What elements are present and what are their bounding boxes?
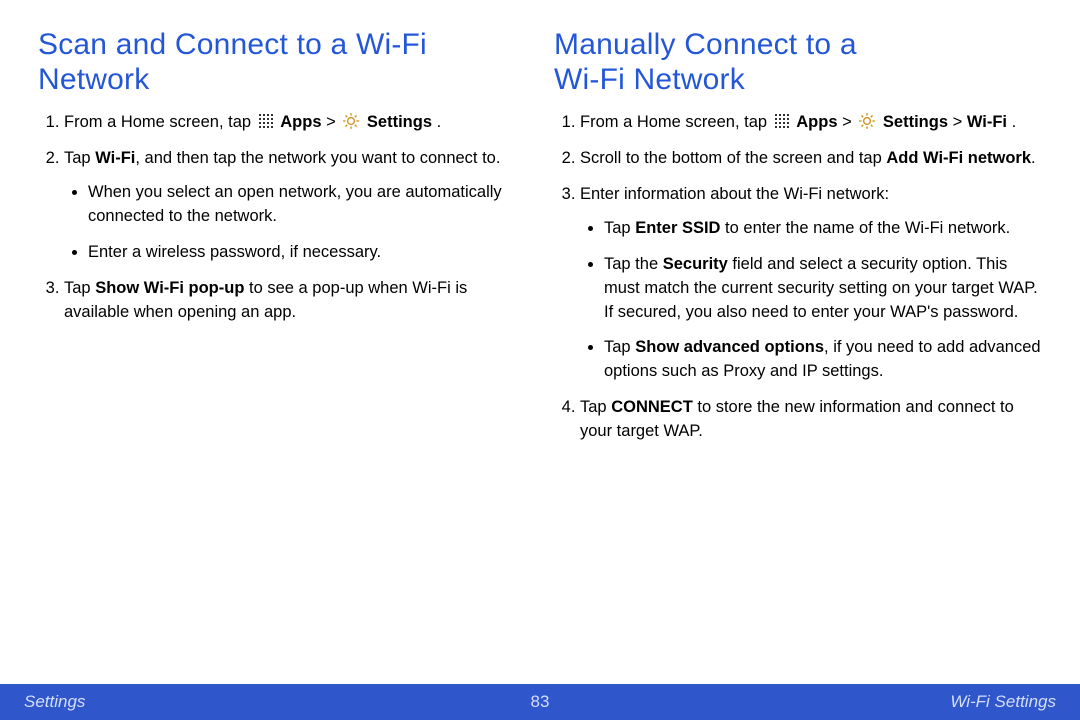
text: Scroll to the bottom of the screen and t… bbox=[580, 149, 886, 167]
right-step-1: From a Home screen, tap Apps > Settings … bbox=[580, 111, 1042, 135]
bold-text: Show Wi-Fi pop-up bbox=[95, 279, 244, 297]
right-heading: Manually Connect to a Wi‑Fi Network bbox=[554, 28, 1042, 97]
right-step-2: Scroll to the bottom of the screen and t… bbox=[580, 147, 1042, 171]
text: Tap bbox=[604, 338, 635, 356]
text: . bbox=[1031, 149, 1036, 167]
right-steps: From a Home screen, tap Apps > Settings … bbox=[554, 111, 1042, 444]
bold-text: Security bbox=[663, 255, 728, 273]
bullet: Enter a wireless password, if necessary. bbox=[88, 241, 526, 265]
bold-text: CONNECT bbox=[611, 398, 693, 416]
text: Tap bbox=[64, 279, 95, 297]
text: > bbox=[842, 113, 856, 131]
bullet: Tap Enter SSID to enter the name of the … bbox=[604, 217, 1042, 241]
settings-gear-icon bbox=[858, 112, 876, 130]
left-step-2-bullets: When you select an open network, you are… bbox=[64, 181, 526, 265]
right-column: Manually Connect to a Wi‑Fi Network From… bbox=[540, 28, 1042, 684]
left-step-2: Tap Wi-Fi, and then tap the network you … bbox=[64, 147, 526, 265]
apps-label: Apps bbox=[280, 113, 321, 131]
text: Tap bbox=[580, 398, 611, 416]
text: Tap bbox=[64, 149, 95, 167]
text: > bbox=[953, 113, 967, 131]
bullet: When you select an open network, you are… bbox=[88, 181, 526, 229]
bullet: Tap the Security field and select a secu… bbox=[604, 253, 1042, 325]
bold-text: Enter SSID bbox=[635, 219, 720, 237]
page-footer: Settings 83 Wi-Fi Settings bbox=[0, 684, 1080, 720]
apps-grid-icon bbox=[774, 113, 790, 129]
apps-label: Apps bbox=[796, 113, 837, 131]
settings-label: Settings bbox=[883, 113, 948, 131]
text: . bbox=[437, 113, 442, 131]
left-column: Scan and Connect to a Wi-Fi Network From… bbox=[38, 28, 540, 684]
footer-left: Settings bbox=[24, 692, 85, 712]
footer-right: Wi-Fi Settings bbox=[950, 692, 1056, 712]
text: . bbox=[1012, 113, 1017, 131]
right-step-4: Tap CONNECT to store the new information… bbox=[580, 396, 1042, 444]
page-number: 83 bbox=[531, 692, 550, 712]
text: > bbox=[326, 113, 340, 131]
bold-text: Add Wi-Fi network bbox=[886, 149, 1031, 167]
left-step-3: Tap Show Wi-Fi pop-up to see a pop-up wh… bbox=[64, 277, 526, 325]
left-steps: From a Home screen, tap Apps > Settings … bbox=[38, 111, 526, 324]
text: to enter the name of the Wi-Fi network. bbox=[720, 219, 1010, 237]
left-step-1: From a Home screen, tap Apps > Settings … bbox=[64, 111, 526, 135]
bold-text: Wi-Fi bbox=[967, 113, 1007, 131]
right-step-3-bullets: Tap Enter SSID to enter the name of the … bbox=[580, 217, 1042, 385]
page-body: Scan and Connect to a Wi-Fi Network From… bbox=[0, 0, 1080, 684]
apps-grid-icon bbox=[258, 113, 274, 129]
text: From a Home screen, tap bbox=[580, 113, 772, 131]
text: , and then tap the network you want to c… bbox=[135, 149, 500, 167]
text: Enter information about the Wi-Fi networ… bbox=[580, 185, 889, 203]
text: Tap bbox=[604, 219, 635, 237]
left-heading: Scan and Connect to a Wi-Fi Network bbox=[38, 28, 526, 97]
bold-text: Show advanced options bbox=[635, 338, 824, 356]
text: Tap the bbox=[604, 255, 663, 273]
settings-label: Settings bbox=[367, 113, 432, 131]
right-step-3: Enter information about the Wi-Fi networ… bbox=[580, 183, 1042, 384]
settings-gear-icon bbox=[342, 112, 360, 130]
text: From a Home screen, tap bbox=[64, 113, 256, 131]
bold-text: Wi-Fi bbox=[95, 149, 135, 167]
bullet: Tap Show advanced options, if you need t… bbox=[604, 336, 1042, 384]
